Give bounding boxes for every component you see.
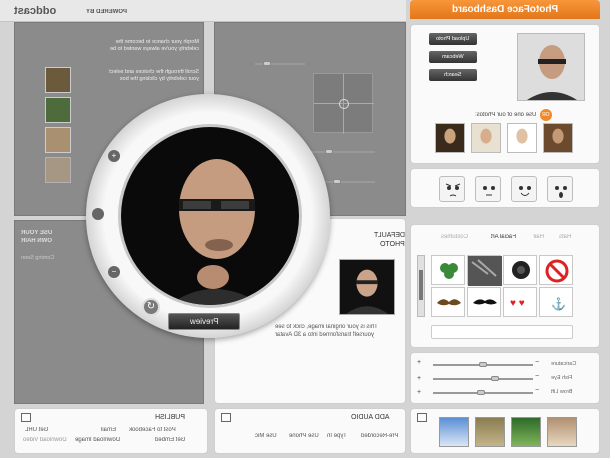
brand-logo: oddcast	[14, 5, 57, 17]
tab-costumes[interactable]: Costumes	[441, 234, 468, 240]
accessory-hearts-icon[interactable]: ♥ ♥	[503, 287, 537, 317]
uploaded-photo	[517, 33, 585, 101]
webcam-button[interactable]: Webcam	[429, 51, 477, 63]
powered-by-label: POWERED BY	[86, 9, 128, 15]
brow-lift-label: Brow Lift	[551, 389, 573, 395]
caricature-label: Caricature	[551, 361, 577, 367]
sample-photo-thumb[interactable]	[471, 123, 501, 153]
accessory-mustache-icon[interactable]	[431, 287, 465, 317]
slider-increase-icon[interactable]: +	[417, 359, 421, 366]
publish-heading: PUBLISH	[155, 414, 185, 421]
zoom-in-button[interactable]: +	[108, 150, 120, 162]
svg-text:⚓: ⚓	[551, 297, 566, 311]
slider-decrease-icon[interactable]: −	[535, 373, 539, 380]
accessory-search-field[interactable]	[431, 325, 573, 339]
sample-photo-thumb[interactable]	[507, 123, 537, 153]
morph-slider-knob[interactable]	[263, 61, 271, 66]
use-mic-link[interactable]: Use Mic	[255, 433, 277, 439]
avatar-portrait[interactable]	[118, 124, 302, 308]
search-button[interactable]: Search	[429, 69, 477, 81]
preview-button[interactable]: Preview	[168, 313, 240, 330]
zoom-slider-knob[interactable]	[92, 208, 104, 220]
celebrity-text: Morph your chance to become the celebrit…	[109, 39, 199, 52]
background-thumb[interactable]	[475, 417, 505, 447]
morph-handle[interactable]	[339, 99, 349, 109]
accessory-prohibition-icon[interactable]	[539, 255, 573, 285]
default-photo-thumb[interactable]	[339, 259, 395, 315]
adjustment-panel: + + + − − − Caricature Fish Eye Brow Lif…	[410, 352, 600, 404]
morph-slider-knob[interactable]	[333, 179, 341, 184]
accessory-anchor-icon[interactable]: ⚓	[539, 287, 573, 317]
coming-soon-label: Coming Soon	[21, 255, 55, 261]
download-image-link[interactable]: Download Image	[75, 437, 120, 443]
fish-eye-slider-knob[interactable]	[491, 376, 499, 381]
background-thumb[interactable]	[439, 417, 469, 447]
accessory-stripes-icon[interactable]	[467, 255, 502, 286]
gallery-icon	[417, 413, 427, 422]
celebrity-thumb[interactable]	[45, 157, 71, 183]
scroll-text: Scroll through the choices and select yo…	[109, 69, 199, 82]
email-link[interactable]: Email	[101, 427, 116, 433]
sample-photo-thumb[interactable]	[543, 123, 573, 153]
caricature-slider-knob[interactable]	[479, 362, 487, 367]
default-photo-heading: DEFAULT PHOTO	[374, 232, 405, 248]
get-url-link[interactable]: Get URL	[25, 427, 48, 433]
rotate-icon[interactable]: ↻	[142, 298, 160, 316]
audio-icon	[221, 413, 231, 422]
background-thumb[interactable]	[547, 417, 577, 447]
tab-hats[interactable]: Hats	[559, 234, 571, 240]
dashboard-title: PhotoFace Dashboard	[410, 0, 600, 19]
celebrity-thumb[interactable]	[45, 127, 71, 153]
emotion-surprised-icon[interactable]	[547, 176, 573, 202]
audio-panel: ADD AUDIO Pre-Recorded Type In Use Phone…	[214, 408, 406, 454]
get-embed-link[interactable]: Get Embed	[155, 437, 185, 443]
audio-heading: ADD AUDIO	[351, 414, 390, 421]
morph-slider-track	[305, 151, 375, 153]
tab-facial-art[interactable]: Facial Art	[491, 234, 516, 240]
pre-recorded-link[interactable]: Pre-Recorded	[361, 433, 398, 439]
photo-upload-panel: Upload Photo Webcam Search OR Use one of…	[410, 24, 600, 164]
zoom-out-button[interactable]: −	[108, 266, 120, 278]
accessory-panel: Hats Hair Facial Art Costumes ♥ ♥ ⚓	[410, 224, 600, 348]
celebrity-thumb[interactable]	[45, 67, 71, 93]
tab-hair[interactable]: Hair	[533, 234, 544, 240]
background-gallery-panel	[410, 408, 600, 454]
top-bar: oddcast POWERED BY	[0, 0, 406, 22]
accessory-mustache-icon[interactable]	[467, 287, 501, 317]
svg-text:♥ ♥: ♥ ♥	[510, 298, 525, 309]
emotion-happy-icon[interactable]	[511, 176, 537, 202]
use-photos-label: Use one of our Photos:	[475, 112, 537, 118]
slider-decrease-icon[interactable]: −	[535, 359, 539, 366]
emotion-neutral-icon[interactable]	[475, 176, 501, 202]
fish-eye-slider-track[interactable]	[433, 378, 533, 380]
accessory-shamrock-icon[interactable]	[431, 255, 465, 285]
accessory-rose-icon[interactable]	[503, 255, 537, 285]
celebrity-thumb[interactable]	[45, 97, 71, 123]
slider-decrease-icon[interactable]: −	[535, 387, 539, 394]
use-phone-link[interactable]: Use Phone	[289, 433, 319, 439]
emotion-angry-icon[interactable]	[439, 176, 465, 202]
download-video-link[interactable]: Download Video	[23, 437, 67, 443]
scrollbar-thumb[interactable]	[419, 270, 423, 300]
emotion-panel	[410, 168, 600, 208]
slider-increase-icon[interactable]: +	[417, 375, 421, 382]
fish-eye-label: Fish Eye	[551, 375, 573, 381]
morph-slider-knob[interactable]	[325, 149, 333, 154]
brow-lift-slider-knob[interactable]	[477, 390, 485, 395]
or-badge: OR	[540, 109, 552, 121]
background-thumb[interactable]	[511, 417, 541, 447]
post-facebook-link[interactable]: Post to Facebook	[129, 427, 176, 433]
accessory-scrollbar[interactable]	[417, 255, 425, 317]
own-hair-heading: USE YOUR OWN HAIR	[21, 230, 53, 244]
morph-grid[interactable]	[313, 73, 374, 134]
publish-icon	[21, 413, 31, 422]
upload-photo-button[interactable]: Upload Photo	[429, 33, 477, 45]
sample-photo-thumb[interactable]	[435, 123, 465, 153]
publish-panel: PUBLISH Post to Facebook Email Get URL G…	[14, 408, 208, 454]
slider-increase-icon[interactable]: +	[417, 389, 421, 396]
type-in-link[interactable]: Type In	[327, 433, 347, 439]
default-photo-description: This is your original image, click to se…	[275, 324, 378, 338]
